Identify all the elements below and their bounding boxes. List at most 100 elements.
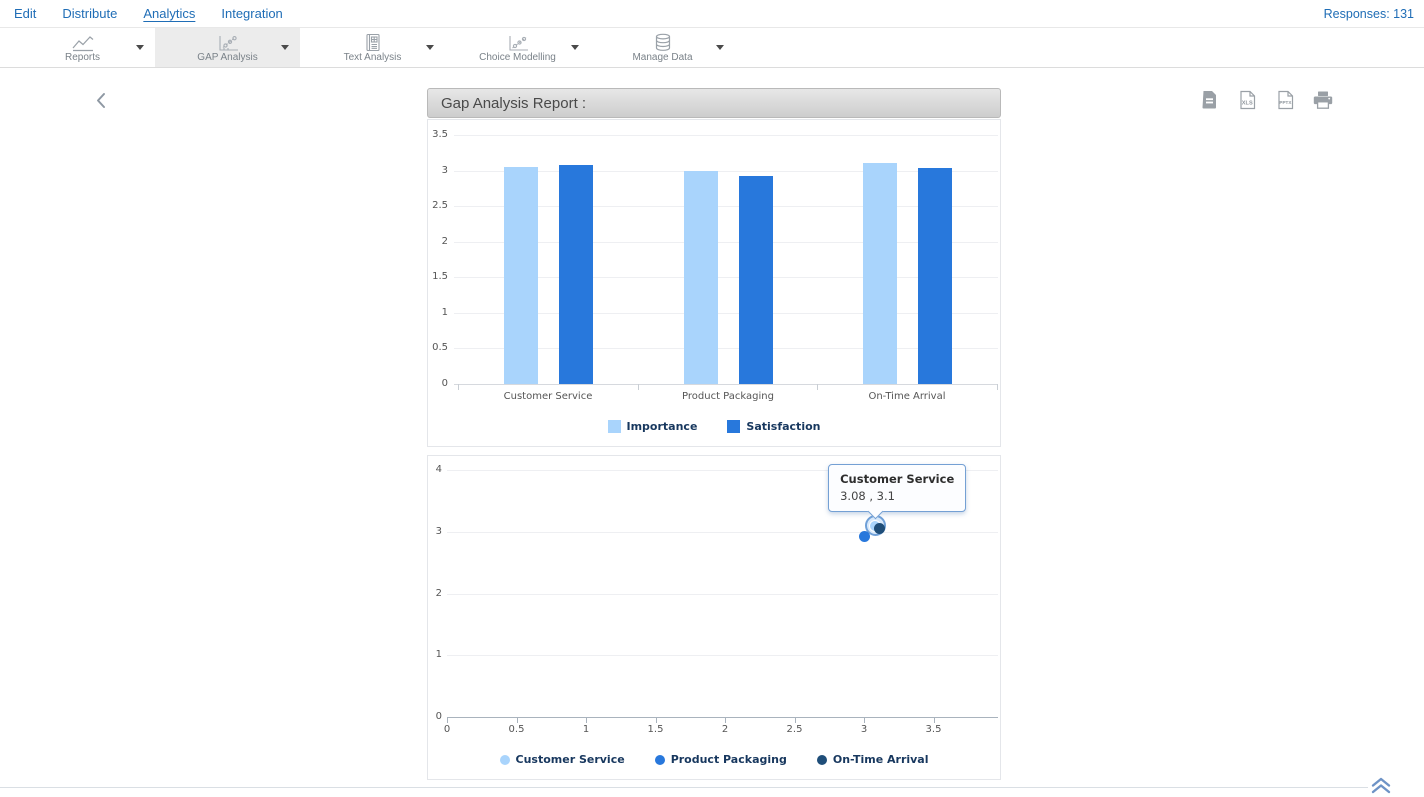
category-label-customer-service: Customer Service bbox=[468, 391, 628, 403]
page-title: Gap Analysis Report : bbox=[441, 95, 586, 112]
legend-item-customer-service[interactable]: Customer Service bbox=[500, 753, 625, 766]
gridline bbox=[447, 655, 998, 656]
y-tick-label: 2 bbox=[430, 588, 442, 600]
chevron-left-icon bbox=[95, 97, 106, 112]
axis-tick bbox=[447, 717, 448, 723]
toolbar-item-label: Choice Modelling bbox=[479, 53, 556, 63]
bar-satisfaction-customer-service[interactable] bbox=[559, 165, 593, 384]
toolbar-item-gap-analysis[interactable]: GAP Analysis bbox=[155, 28, 300, 67]
axis-tick bbox=[458, 384, 459, 390]
x-tick-label: 0.5 bbox=[502, 724, 532, 736]
axis-tick bbox=[817, 384, 818, 390]
product-packaging-swatch bbox=[655, 755, 665, 765]
bar-importance-on-time-arrival[interactable] bbox=[863, 163, 897, 384]
chevron-down-icon[interactable] bbox=[571, 45, 579, 50]
report-title-bar: Gap Analysis Report : bbox=[427, 88, 1001, 118]
export-xls-button[interactable]: XLS bbox=[1236, 90, 1258, 112]
legend-label: Product Packaging bbox=[671, 753, 787, 766]
toolbar-item-label: Text Analysis bbox=[344, 53, 402, 63]
back-button[interactable] bbox=[88, 90, 112, 114]
axis-tick bbox=[934, 717, 935, 723]
responses-count: Responses: 131 bbox=[1324, 7, 1414, 21]
legend-label: On-Time Arrival bbox=[833, 753, 929, 766]
top-navbar: Edit Distribute Analytics Integration Re… bbox=[0, 0, 1424, 28]
bar-satisfaction-product-packaging[interactable] bbox=[739, 176, 773, 384]
chart-tooltip: Customer Service 3.08 , 3.1 bbox=[828, 464, 966, 512]
chevron-down-icon[interactable] bbox=[716, 45, 724, 50]
toolbar-item-reports[interactable]: Reports bbox=[10, 28, 155, 67]
scatter-chart-legend: Customer Service Product Packaging On-Ti… bbox=[428, 753, 1000, 766]
importance-swatch bbox=[608, 420, 621, 433]
customer-service-swatch bbox=[500, 755, 510, 765]
bar-importance-customer-service[interactable] bbox=[504, 167, 538, 384]
x-tick-label: 2 bbox=[710, 724, 740, 736]
legend-item-satisfaction[interactable]: Satisfaction bbox=[727, 420, 820, 433]
gap-scatter-chart: Customer Service 3.08 , 3.1 Customer Ser… bbox=[427, 455, 1001, 780]
gridline bbox=[447, 532, 998, 533]
bar-satisfaction-on-time-arrival[interactable] bbox=[918, 168, 952, 384]
chevron-down-icon[interactable] bbox=[426, 45, 434, 50]
toolbar-item-choice-modelling[interactable]: Choice Modelling bbox=[445, 28, 590, 67]
toolbar-item-label: GAP Analysis bbox=[197, 53, 257, 63]
toolbar-item-label: Manage Data bbox=[632, 53, 692, 63]
legend-item-on-time-arrival[interactable]: On-Time Arrival bbox=[817, 753, 929, 766]
legend-label: Importance bbox=[627, 420, 698, 433]
y-tick-label: 2 bbox=[430, 236, 448, 248]
y-tick-label: 0 bbox=[430, 378, 448, 390]
axis-tick bbox=[864, 717, 865, 723]
axis-tick bbox=[586, 717, 587, 723]
axis-tick bbox=[638, 384, 639, 390]
bar-importance-product-packaging[interactable] bbox=[684, 171, 718, 384]
gridline bbox=[447, 594, 998, 595]
y-tick-label: 3.5 bbox=[430, 129, 448, 141]
x-axis-line bbox=[454, 384, 998, 385]
double-chevron-up-icon bbox=[1370, 782, 1392, 797]
scroll-top-button[interactable] bbox=[1369, 777, 1393, 795]
x-tick-label: 3.5 bbox=[919, 724, 949, 736]
x-tick-label: 1.5 bbox=[641, 724, 671, 736]
nav-item-distribute[interactable]: Distribute bbox=[62, 6, 117, 21]
y-tick-label: 3 bbox=[430, 526, 442, 538]
xls-file-icon: XLS bbox=[1238, 98, 1257, 113]
gap-analysis-icon bbox=[216, 33, 240, 52]
legend-item-product-packaging[interactable]: Product Packaging bbox=[655, 753, 787, 766]
bottom-divider bbox=[0, 787, 1368, 788]
x-tick-label: 3 bbox=[849, 724, 879, 736]
chevron-down-icon[interactable] bbox=[281, 45, 289, 50]
toolbar-item-label: Reports bbox=[65, 53, 100, 63]
nav-item-analytics[interactable]: Analytics bbox=[143, 6, 195, 21]
category-label-on-time-arrival: On-Time Arrival bbox=[827, 391, 987, 403]
toolbar-item-manage-data[interactable]: Manage Data bbox=[590, 28, 735, 67]
scatter-point-product-packaging[interactable] bbox=[859, 531, 870, 542]
gridline bbox=[454, 135, 998, 136]
axis-tick bbox=[795, 717, 796, 723]
y-tick-label: 0 bbox=[430, 711, 442, 723]
x-tick-label: 1 bbox=[571, 724, 601, 736]
scatter-point-on-time-arrival[interactable] bbox=[874, 523, 885, 534]
toolbar-item-text-analysis[interactable]: Text Analysis bbox=[300, 28, 445, 67]
nav-item-edit[interactable]: Edit bbox=[14, 6, 36, 21]
axis-tick bbox=[725, 717, 726, 723]
nav-item-integration[interactable]: Integration bbox=[221, 6, 282, 21]
y-tick-label: 1 bbox=[430, 307, 448, 319]
line-chart-icon bbox=[71, 33, 95, 52]
legend-item-importance[interactable]: Importance bbox=[608, 420, 698, 433]
category-label-product-packaging: Product Packaging bbox=[648, 391, 808, 403]
page: Edit Distribute Analytics Integration Re… bbox=[0, 0, 1424, 796]
analytics-toolbar: Reports GAP Analysis bbox=[0, 28, 1424, 68]
export-pptx-button[interactable]: PPTX bbox=[1274, 90, 1296, 112]
legend-label: Satisfaction bbox=[746, 420, 820, 433]
export-document-button[interactable] bbox=[1198, 90, 1220, 112]
nav-links: Edit Distribute Analytics Integration bbox=[14, 6, 283, 21]
y-tick-label: 3 bbox=[430, 165, 448, 177]
axis-tick bbox=[656, 717, 657, 723]
x-tick-label: 0 bbox=[432, 724, 462, 736]
axis-tick bbox=[997, 384, 998, 390]
export-print-button[interactable] bbox=[1312, 90, 1334, 112]
y-tick-label: 1.5 bbox=[430, 271, 448, 283]
on-time-arrival-swatch bbox=[817, 755, 827, 765]
text-analysis-icon bbox=[363, 33, 383, 52]
pptx-file-icon: PPTX bbox=[1276, 98, 1295, 113]
y-tick-label: 4 bbox=[430, 464, 442, 476]
chevron-down-icon[interactable] bbox=[136, 45, 144, 50]
